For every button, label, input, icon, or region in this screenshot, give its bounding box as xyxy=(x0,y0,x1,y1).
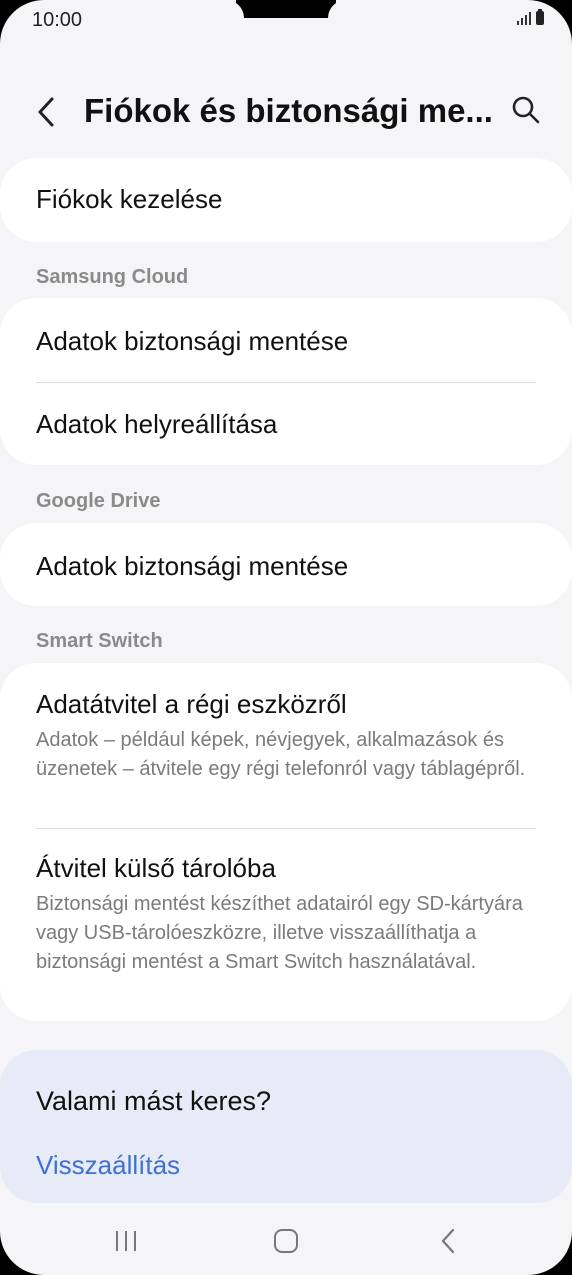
smart-switch-card: Adatátvitel a régi eszközről Adatok – pé… xyxy=(0,663,572,1021)
manage-accounts-label: Fiókok kezelése xyxy=(36,184,223,214)
transfer-old-device-title: Adatátvitel a régi eszközről xyxy=(36,689,347,719)
external-storage-desc: Biztonsági mentést készíthet adatairól e… xyxy=(36,893,523,973)
status-icons xyxy=(517,9,544,25)
google-drive-header: Google Drive xyxy=(36,490,161,512)
smart-switch-header: Smart Switch xyxy=(36,630,163,652)
home-icon[interactable] xyxy=(266,1223,306,1259)
screen: 10:00 Fiókok és biztonsági me... Fiókok … xyxy=(0,0,572,1275)
suggestion-question: Valami mást keres? xyxy=(36,1086,272,1116)
page-title: Fiókok és biztonsági me... xyxy=(84,92,493,129)
status-bar: 10:00 xyxy=(0,0,572,40)
status-time: 10:00 xyxy=(32,9,83,31)
samsung-cloud-header: Samsung Cloud xyxy=(36,266,189,288)
back-icon[interactable] xyxy=(428,1223,468,1259)
recents-icon[interactable] xyxy=(106,1223,146,1259)
navigation-bar xyxy=(0,1203,572,1275)
external-storage-item[interactable]: Átvitel külső tárolóba Biztonsági mentés… xyxy=(0,853,572,977)
app-bar: Fiókok és biztonsági me... xyxy=(0,70,572,150)
google-backup-label: Adatok biztonsági mentése xyxy=(36,551,349,581)
external-storage-title: Átvitel külső tárolóba xyxy=(36,853,276,883)
samsung-restore-item[interactable]: Adatok helyreállítása xyxy=(0,382,572,440)
transfer-old-device-desc: Adatok – például képek, névjegyek, alkal… xyxy=(36,729,526,780)
samsung-restore-label: Adatok helyreállítása xyxy=(36,409,278,439)
transfer-old-device-item[interactable]: Adatátvitel a régi eszközről Adatok – pé… xyxy=(0,663,572,784)
back-arrow-icon[interactable] xyxy=(30,94,66,130)
suggestion-card: Valami mást keres? Visszaállítás xyxy=(0,1050,572,1203)
google-drive-card: Adatok biztonsági mentése xyxy=(0,523,572,606)
samsung-cloud-card: Adatok biztonsági mentése Adatok helyreá… xyxy=(0,298,572,465)
accounts-card: Fiókok kezelése xyxy=(0,158,572,242)
manage-accounts-item[interactable]: Fiókok kezelése xyxy=(0,158,572,215)
search-icon[interactable] xyxy=(510,94,542,126)
battery-icon xyxy=(536,9,544,25)
samsung-backup-label: Adatok biztonsági mentése xyxy=(36,326,349,356)
samsung-backup-item[interactable]: Adatok biztonsági mentése xyxy=(0,298,572,382)
signal-icon xyxy=(517,11,531,25)
reset-link[interactable]: Visszaállítás xyxy=(36,1150,180,1181)
google-backup-item[interactable]: Adatok biztonsági mentése xyxy=(0,523,572,582)
divider xyxy=(36,828,536,829)
